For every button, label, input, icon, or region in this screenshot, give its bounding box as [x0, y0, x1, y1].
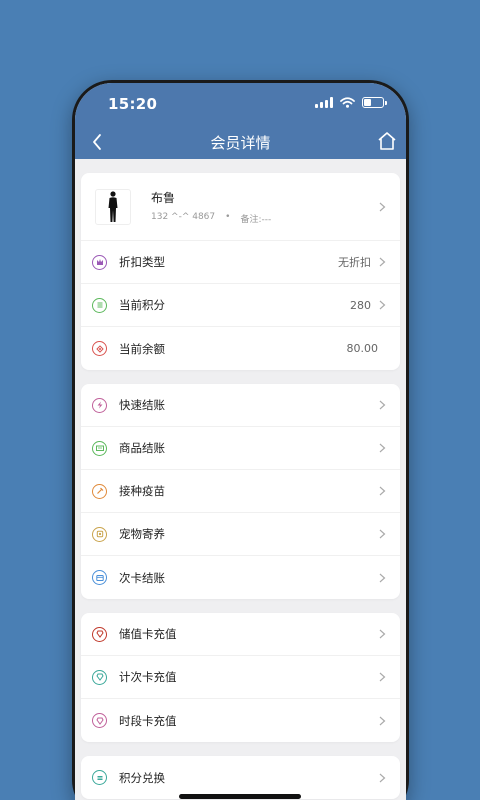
- app-screen: 15:20 会员详情 布鲁 132 ^-^ 4867 • 备注:--- 折扣类型…: [75, 83, 406, 800]
- list-item[interactable]: 宠物寄养: [81, 513, 400, 556]
- exchange-icon: [92, 770, 107, 785]
- chevron-right-icon: [379, 202, 386, 211]
- member-card: 布鲁 132 ^-^ 4867 • 备注:--- 折扣类型 无折扣 当前积分 280 当…: [81, 173, 400, 370]
- chevron-right-icon: [379, 773, 386, 782]
- chevron-right-icon: [379, 573, 386, 582]
- chevron-right-icon: [379, 300, 386, 310]
- chevron-right-icon: [379, 716, 386, 725]
- list-item[interactable]: 折扣类型 无折扣: [81, 241, 400, 284]
- person-silhouette-icon: [108, 190, 118, 222]
- row-label: 储值卡充值: [119, 627, 177, 641]
- crown-icon: [92, 254, 107, 270]
- exchange-card: 积分兑换: [81, 756, 400, 799]
- points-icon: [92, 297, 107, 313]
- row-label: 时段卡充值: [119, 713, 177, 728]
- row-label: 当前积分: [119, 298, 165, 312]
- list-item[interactable]: 次卡结账: [81, 556, 400, 599]
- row-label: 次卡结账: [119, 570, 165, 585]
- list-item[interactable]: 接种疫苗: [81, 470, 400, 513]
- row-label: 计次卡充值: [119, 670, 177, 684]
- list-item[interactable]: 当前余额 80.00: [81, 327, 400, 370]
- status-icons: [315, 97, 387, 108]
- list-item[interactable]: 当前积分 280: [81, 284, 400, 327]
- member-profile[interactable]: 布鲁 132 ^-^ 4867 • 备注:---: [81, 173, 400, 241]
- home-icon[interactable]: [376, 130, 398, 152]
- list-item[interactable]: 储值卡充值: [81, 613, 400, 656]
- avatar: [95, 188, 131, 225]
- service-card: 快速结账商品结账接种疫苗宠物寄养次卡结账: [81, 384, 400, 599]
- row-label: 快速结账: [119, 398, 165, 412]
- nav-bar: 会员详情: [75, 127, 406, 157]
- phone-frame: 15:20 会员详情 布鲁 132 ^-^ 4867 • 备注:--- 折扣类型…: [72, 80, 409, 800]
- card-icon: [92, 570, 107, 585]
- home-indicator: [179, 794, 301, 799]
- stored-card-icon: [92, 626, 107, 642]
- list-item[interactable]: 时段卡充值: [81, 699, 400, 742]
- row-value: 无折扣: [338, 256, 371, 269]
- lightning-icon: [92, 397, 107, 413]
- list-item[interactable]: 计次卡充值: [81, 656, 400, 699]
- row-label: 折扣类型: [119, 255, 165, 269]
- content: 布鲁 132 ^-^ 4867 • 备注:--- 折扣类型 无折扣 当前积分 280 当…: [75, 159, 406, 799]
- row-value: 80.00: [346, 342, 379, 355]
- goods-icon: [92, 440, 107, 456]
- period-card-icon: [92, 713, 107, 728]
- wifi-icon: [340, 97, 355, 108]
- chevron-right-icon: [379, 257, 386, 267]
- list-item[interactable]: 商品结账: [81, 427, 400, 470]
- list-item[interactable]: 快速结账: [81, 384, 400, 427]
- row-label: 商品结账: [119, 441, 165, 455]
- chevron-right-icon: [379, 443, 386, 453]
- recharge-card: 储值卡充值计次卡充值时段卡充值: [81, 613, 400, 742]
- count-card-icon: [92, 669, 107, 685]
- separator-dot: •: [225, 211, 231, 222]
- member-phone: 132 ^-^ 4867: [151, 211, 216, 222]
- chevron-right-icon: [379, 486, 386, 496]
- chevron-right-icon: [379, 529, 386, 539]
- signal-icon: [315, 97, 333, 108]
- row-value: 280: [350, 298, 371, 312]
- row-label: 接种疫苗: [119, 484, 165, 498]
- vaccine-icon: [92, 483, 107, 499]
- foster-icon: [92, 526, 107, 542]
- row-label: 宠物寄养: [119, 527, 165, 541]
- chevron-right-icon: [379, 400, 386, 410]
- balance-icon: [92, 341, 107, 356]
- page-title: 会员详情: [210, 133, 271, 152]
- member-name: 布鲁: [151, 190, 176, 205]
- member-note: 备注:---: [240, 214, 272, 225]
- back-icon[interactable]: [87, 131, 109, 153]
- list-item[interactable]: 积分兑换: [81, 756, 400, 799]
- row-label: 当前余额: [119, 341, 165, 356]
- status-time: 15:20: [108, 95, 158, 113]
- top-bar: 15:20 会员详情: [75, 83, 406, 159]
- chevron-right-icon: [379, 629, 386, 639]
- chevron-right-icon: [379, 672, 386, 682]
- battery-icon: [362, 97, 387, 108]
- row-label: 积分兑换: [119, 770, 165, 785]
